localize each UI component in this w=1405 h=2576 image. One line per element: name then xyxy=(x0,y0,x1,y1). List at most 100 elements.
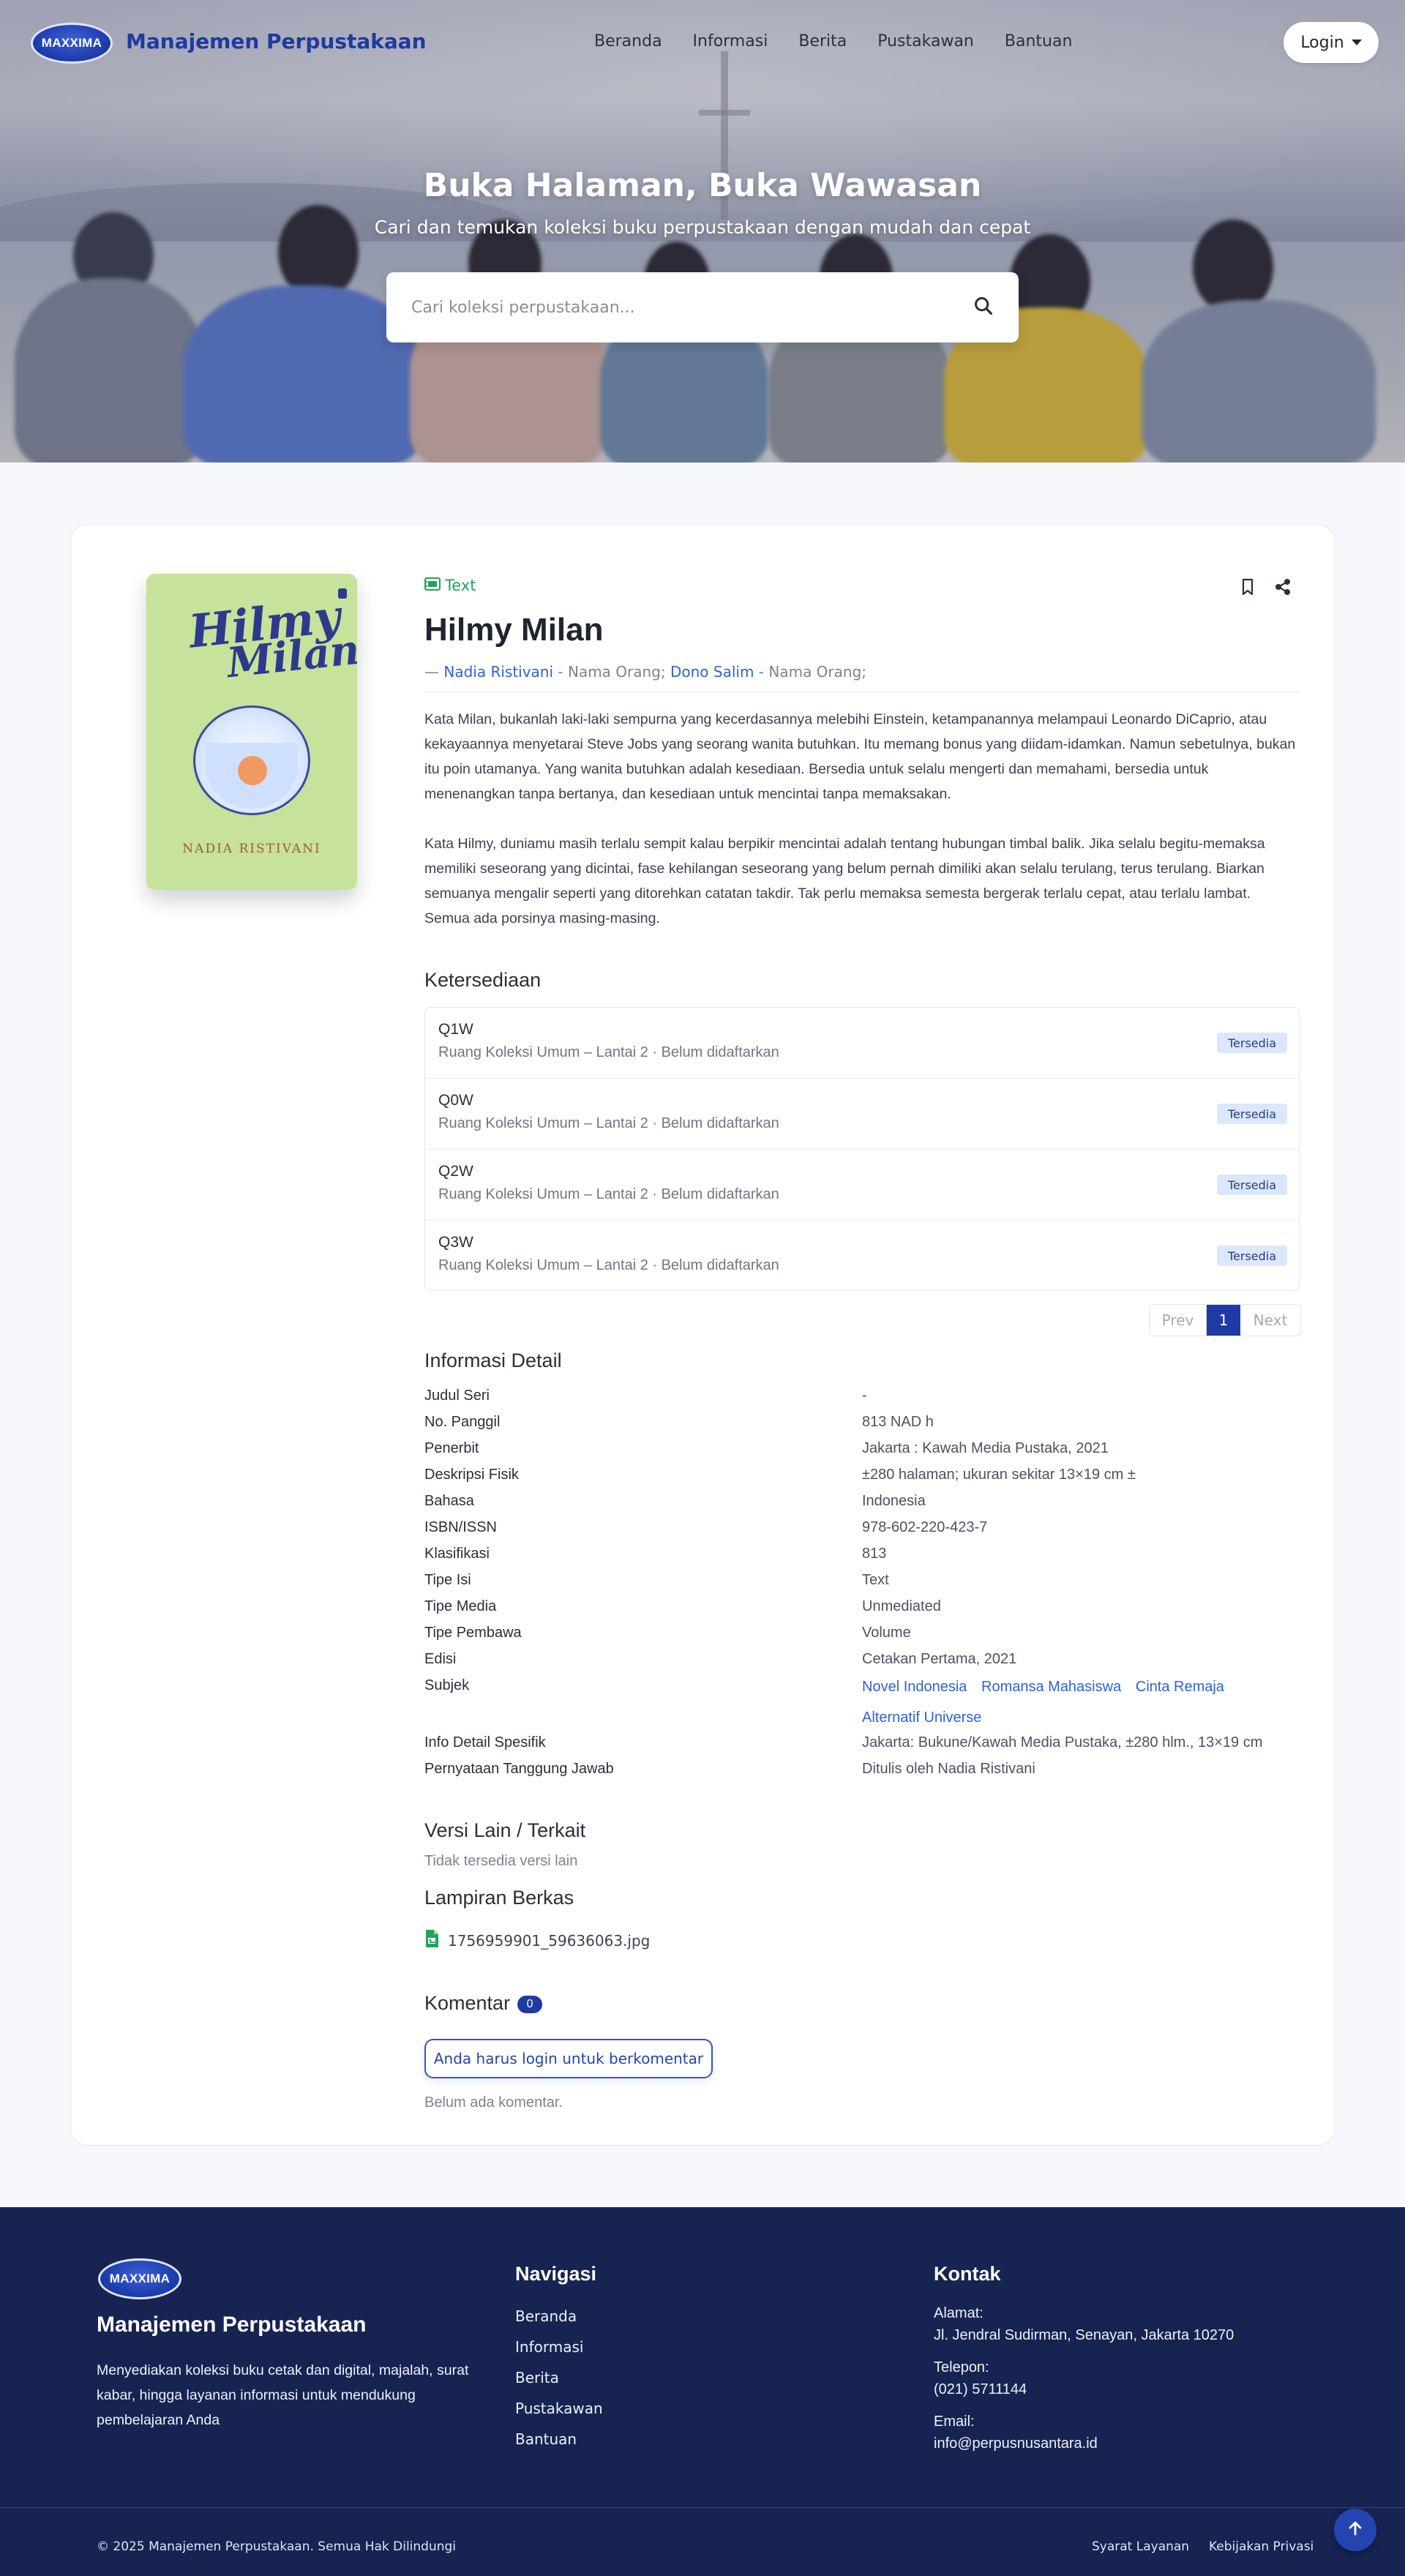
versions-heading: Versi Lain / Terkait xyxy=(424,1819,586,1841)
detail-label: No. Panggil xyxy=(424,1414,501,1430)
item-location: Ruang Koleksi Umum – Lantai 2 · Belum di… xyxy=(438,1044,779,1060)
detail-value: ±280 halaman; ukuran sekitar 13×19 cm ± xyxy=(862,1467,1136,1483)
availability-heading: Ketersediaan xyxy=(424,969,542,991)
detail-label: Bahasa xyxy=(424,1493,474,1509)
detail-row: No. Panggil 813 NAD h xyxy=(424,1414,1300,1440)
login-to-comment-button[interactable]: Anda harus login untuk berkomentar xyxy=(424,2039,713,2078)
share-icon[interactable] xyxy=(1275,578,1291,599)
subject-link[interactable]: Cinta Remaja xyxy=(1136,1671,1224,1702)
contact-value: Jl. Jendral Sudirman, Senayan, Jakarta 1… xyxy=(934,2327,1234,2343)
contact-address: Alamat: Jl. Jendral Sudirman, Senayan, Ja… xyxy=(934,2302,1234,2346)
availability-row: Q1W Ruang Koleksi Umum – Lantai 2 · Belu… xyxy=(425,1008,1299,1079)
footer-nav-heading: Navigasi xyxy=(515,2263,597,2285)
versions-empty: Tidak tersedia versi lain xyxy=(424,1853,578,1869)
detail-row: Klasifikasi 813 xyxy=(424,1546,1300,1572)
footer-logo-text: MAXXIMA xyxy=(109,2272,171,2285)
item-location: Ruang Koleksi Umum – Lantai 2 · Belum di… xyxy=(438,1257,779,1273)
top-navbar: MAXXIMA Manajemen Perpustakaan Beranda I… xyxy=(0,0,1405,86)
description-paragraph: Kata Hilmy, duniamu masih terlalu sempit… xyxy=(424,836,1265,926)
footer-brand: Manajemen Perpustakaan xyxy=(97,2313,367,2337)
contact-email: Email: info@perpusnusantara.id xyxy=(934,2411,1234,2455)
detail-value: Indonesia xyxy=(862,1493,926,1509)
search-box xyxy=(386,272,1019,342)
detail-row-subject: Subjek Novel Indonesia Romansa Mahasiswa… xyxy=(424,1677,1300,1734)
bookmark-icon[interactable] xyxy=(1240,578,1256,599)
footer-link-pustakawan[interactable]: Pustakawan xyxy=(515,2397,603,2428)
detail-row: Tipe Media Unmediated xyxy=(424,1598,1300,1625)
nav-item-bantuan[interactable]: Bantuan xyxy=(1005,32,1073,50)
subject-link[interactable]: Novel Indonesia xyxy=(862,1671,967,1702)
footer-contact-heading: Kontak xyxy=(934,2263,1001,2285)
copyright: © 2025 Manajemen Perpustakaan. Semua Hak… xyxy=(97,2539,457,2554)
logo[interactable]: MAXXIMA xyxy=(31,23,113,64)
login-button[interactable]: Login xyxy=(1284,22,1379,63)
footer-nav: Beranda Informasi Berita Pustakawan Bant… xyxy=(515,2305,603,2459)
brand-name[interactable]: Manajemen Perpustakaan xyxy=(126,29,427,53)
detail-label: Deskripsi Fisik xyxy=(424,1467,519,1483)
author-link[interactable]: Nadia Ristivani xyxy=(443,663,553,681)
detail-label: Judul Seri xyxy=(424,1388,490,1404)
footer-link-berita[interactable]: Berita xyxy=(515,2367,603,2397)
cover-fishbowl-illustration xyxy=(193,705,310,815)
contact-label: Alamat: xyxy=(934,2305,984,2321)
detail-label: Info Detail Spesifik xyxy=(424,1734,546,1751)
chevron-down-icon xyxy=(1351,40,1362,45)
attachment-item[interactable]: 1756959901_59636063.jpg xyxy=(424,1929,650,1952)
footer-logo[interactable]: MAXXIMA xyxy=(98,2258,181,2299)
hero-banner: MAXXIMA Manajemen Perpustakaan Beranda I… xyxy=(0,0,1405,463)
detail-value: Text xyxy=(862,1572,889,1588)
detail-row: Deskripsi Fisik ±280 halaman; ukuran seki… xyxy=(424,1467,1300,1493)
status-badge: Tersedia xyxy=(1217,1033,1287,1053)
detail-value: - xyxy=(862,1388,867,1404)
detail-value: 813 NAD h xyxy=(862,1414,934,1430)
pagination-page[interactable]: 1 xyxy=(1207,1305,1240,1336)
footer-description: Menyediakan koleksi buku cetak dan digit… xyxy=(97,2362,469,2428)
detail-label: ISBN/ISSN xyxy=(424,1519,497,1535)
pagination: Prev 1 Next xyxy=(1149,1304,1301,1336)
detail-value: Ditulis oleh Nadia Ristivani xyxy=(862,1761,1035,1777)
author-role: - Nama Orang; xyxy=(754,663,867,681)
book-description: Kata Milan, bukanlah laki-laki sempurna … xyxy=(424,707,1300,956)
terms-link[interactable]: Syarat Layanan xyxy=(1092,2539,1189,2554)
search-icon[interactable] xyxy=(973,296,994,319)
book-cover: Hilmy Milan Nadia Ristivani xyxy=(146,574,357,890)
contact-label: Telepon: xyxy=(934,2359,989,2375)
cover-fish xyxy=(238,756,267,785)
item-code: Q2W xyxy=(438,1163,473,1180)
contact-value[interactable]: info@perpusnusantara.id xyxy=(934,2433,1234,2455)
detail-label: Tipe Isi xyxy=(424,1572,471,1588)
nav-item-berita[interactable]: Berita xyxy=(798,32,847,50)
nav-item-pustakawan[interactable]: Pustakawan xyxy=(877,32,974,50)
search-input[interactable] xyxy=(411,272,953,342)
book-title: Hilmy Milan xyxy=(424,612,604,648)
file-image-icon xyxy=(424,1929,439,1952)
detail-label: Tipe Pembawa xyxy=(424,1625,522,1641)
detail-row: Tipe Pembawa Volume xyxy=(424,1625,1300,1651)
detail-label: Klasifikasi xyxy=(424,1546,490,1562)
item-code: Q0W xyxy=(438,1092,473,1109)
detail-row: Info Detail Spesifik Jakarta: Bukune/Kawa… xyxy=(424,1734,1300,1761)
detail-row: Bahasa Indonesia xyxy=(424,1493,1300,1519)
book-authors: — Nadia Ristivani - Nama Orang; Dono Sal… xyxy=(424,663,866,681)
contact-value: (021) 5711144 xyxy=(934,2381,1027,2397)
attachments-heading: Lampiran Berkas xyxy=(424,1887,574,1909)
back-to-top-button[interactable] xyxy=(1334,2509,1376,2551)
subject-link[interactable]: Alternatif Universe xyxy=(862,1702,981,1733)
author-link[interactable]: Dono Salim xyxy=(670,663,754,681)
login-label: Login xyxy=(1300,33,1344,52)
footer-link-informasi[interactable]: Informasi xyxy=(515,2336,603,2367)
main-menu: Beranda Informasi Berita Pustakawan Bant… xyxy=(594,32,1103,50)
pagination-next[interactable]: Next xyxy=(1240,1305,1300,1336)
nav-item-informasi[interactable]: Informasi xyxy=(693,32,768,50)
status-badge: Tersedia xyxy=(1217,1104,1287,1124)
subject-link[interactable]: Romansa Mahasiswa xyxy=(981,1671,1121,1702)
status-badge: Tersedia xyxy=(1217,1246,1287,1266)
nav-item-beranda[interactable]: Beranda xyxy=(594,32,662,50)
status-badge: Tersedia xyxy=(1217,1175,1287,1195)
privacy-link[interactable]: Kebijakan Privasi xyxy=(1209,2539,1314,2554)
content-type-label: Text xyxy=(445,577,476,594)
cover-author: Nadia Ristivani xyxy=(182,842,321,856)
pagination-prev[interactable]: Prev xyxy=(1150,1305,1207,1336)
footer-link-beranda[interactable]: Beranda xyxy=(515,2305,603,2336)
footer-link-bantuan[interactable]: Bantuan xyxy=(515,2428,603,2459)
